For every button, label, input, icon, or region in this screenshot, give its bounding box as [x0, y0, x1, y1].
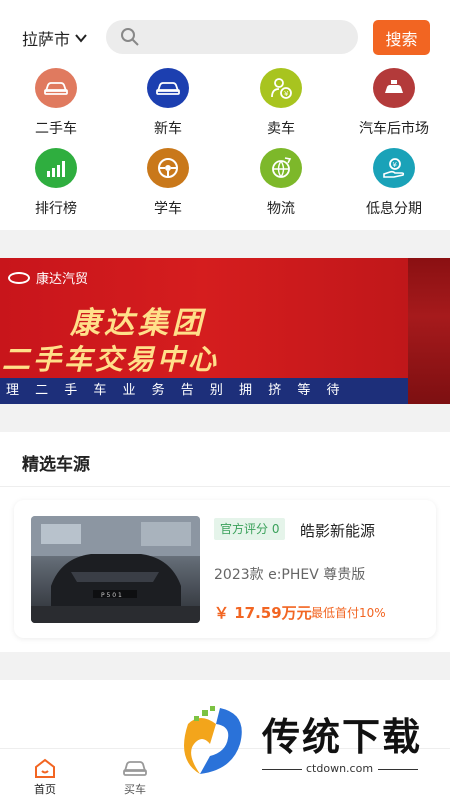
- installment-icon: ¥: [373, 148, 415, 188]
- car-model: 2023款 e:PHEV 尊贵版: [214, 567, 366, 583]
- brand-logo-icon: [8, 271, 30, 284]
- category-label: 卖车: [267, 121, 295, 137]
- down-payment: 最低首付10%: [311, 606, 386, 620]
- promo-banner[interactable]: 康达汽贸 康达集团 二手车交易中心 理 二 手 车 业 务 告 别 拥 挤 等 …: [0, 258, 408, 404]
- category-label: 汽车后市场: [359, 121, 429, 137]
- featured-section: 精选车源 P 5 0 1 官方评分 0 皓影新能源 2023款 e:PHEV 尊…: [0, 432, 450, 652]
- watermark-text: 传统下载: [262, 715, 423, 759]
- watermark: 传统下载 ctdown.com: [180, 704, 440, 778]
- section-title: 精选车源: [22, 455, 90, 475]
- banner-brand-text: 康达汽贸: [36, 272, 89, 287]
- watermark-rule: [378, 769, 418, 770]
- category-label: 排行榜: [35, 201, 77, 217]
- steering-wheel-icon: [147, 148, 189, 188]
- tab-buy-car[interactable]: 买车: [105, 757, 165, 797]
- city-label: 拉萨市: [22, 30, 71, 49]
- svg-text:P 5 0 1: P 5 0 1: [101, 592, 122, 599]
- used-car-icon: [35, 68, 77, 108]
- search-button[interactable]: 搜索: [373, 20, 430, 55]
- banner-headline: 康达集团: [70, 306, 206, 341]
- category-logistics[interactable]: 物流: [225, 148, 337, 218]
- banner-side-image: [408, 258, 450, 404]
- header: 拉萨市 搜索: [0, 0, 450, 66]
- category-label: 新车: [154, 121, 182, 137]
- search-icon: [121, 28, 139, 46]
- banner-subheadline: 二手车交易中心: [2, 343, 220, 376]
- car-icon: [123, 761, 147, 776]
- sell-car-icon: ¥: [260, 68, 302, 108]
- category-installment[interactable]: ¥ 低息分期: [338, 148, 450, 218]
- tab-home[interactable]: 首页: [15, 757, 75, 797]
- category-label: 物流: [267, 201, 295, 217]
- category-label: 二手车: [35, 121, 77, 137]
- car-price: ￥ 17.59万元: [214, 604, 312, 622]
- car-photo: P 5 0 1: [31, 516, 200, 623]
- svg-text:¥: ¥: [284, 90, 289, 98]
- category-used-car[interactable]: 二手车: [0, 68, 112, 138]
- category-grid: 二手车 新车 ¥ 卖车 汽车后市场 排行榜 学车 物流 ¥ 低息分期: [0, 66, 450, 230]
- category-sell-car[interactable]: ¥ 卖车: [225, 68, 337, 138]
- category-ranking[interactable]: 排行榜: [0, 148, 112, 218]
- category-label: 低息分期: [366, 201, 422, 217]
- car-listing-card[interactable]: P 5 0 1 官方评分 0 皓影新能源 2023款 e:PHEV 尊贵版 ￥ …: [14, 500, 436, 638]
- car-name: 皓影新能源: [300, 522, 376, 540]
- category-driving-school[interactable]: 学车: [112, 148, 224, 218]
- banner-tagline: 理 二 手 车 业 务 告 别 拥 挤 等 待: [0, 378, 408, 404]
- tab-label: 首页: [34, 783, 56, 796]
- official-score-badge: 官方评分 0: [214, 518, 286, 540]
- category-new-car[interactable]: 新车: [112, 68, 224, 138]
- divider: [0, 486, 450, 487]
- new-car-icon: [147, 68, 189, 108]
- watermark-rule: [262, 769, 302, 770]
- watermark-url: ctdown.com: [306, 762, 374, 775]
- city-selector[interactable]: 拉萨市: [22, 26, 88, 50]
- banner-brand: 康达汽贸: [8, 268, 88, 287]
- svg-text:¥: ¥: [393, 161, 398, 169]
- watermark-logo-icon: [184, 706, 242, 774]
- home-icon: [35, 758, 55, 778]
- logistics-icon: [260, 148, 302, 188]
- chevron-down-icon: [75, 34, 87, 43]
- tab-label: 买车: [124, 783, 146, 796]
- aftermarket-icon: [373, 68, 415, 108]
- category-aftermarket[interactable]: 汽车后市场: [338, 68, 450, 138]
- search-input[interactable]: [106, 20, 358, 54]
- ranking-icon: [35, 148, 77, 188]
- category-label: 学车: [154, 201, 182, 217]
